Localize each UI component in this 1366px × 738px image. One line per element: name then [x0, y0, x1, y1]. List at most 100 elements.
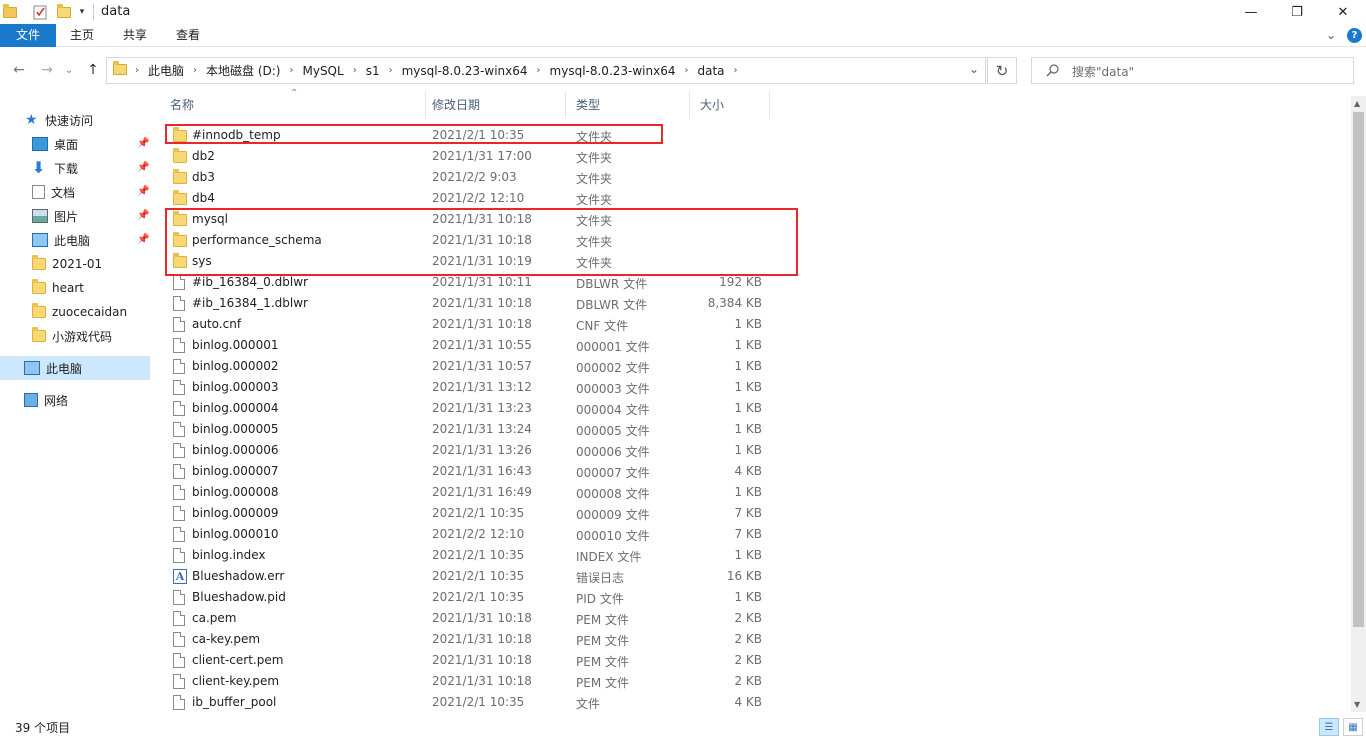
- quick-access[interactable]: ★ 快速访问: [25, 108, 93, 132]
- tab-file[interactable]: 文件: [0, 24, 56, 47]
- file-row[interactable]: binlog.000006 2021/1/31 13:26 000006 文件 1 K…: [170, 440, 770, 461]
- file-row[interactable]: binlog.000003 2021/1/31 13:12 000003 文件 1 K…: [170, 377, 770, 398]
- sidebar-item-network[interactable]: 网络: [24, 388, 68, 412]
- sidebar-item-2021-01[interactable]: 2021-01: [32, 252, 102, 276]
- file-row[interactable]: #ib_16384_1.dblwr 2021/1/31 10:18 DBLWR 文件…: [170, 293, 770, 314]
- tab-share[interactable]: 共享: [113, 24, 157, 47]
- refresh-button[interactable]: ↻: [987, 57, 1017, 84]
- vertical-scrollbar[interactable]: ▲ ▼: [1351, 96, 1366, 712]
- pin-icon[interactable]: 📌: [137, 234, 149, 245]
- file-icon: [173, 674, 185, 689]
- expand-ribbon-icon[interactable]: ⌄: [1322, 24, 1340, 47]
- sidebar-item-heart[interactable]: heart: [32, 276, 84, 300]
- file-row[interactable]: ib_buffer_pool 2021/2/1 10:35 文件 4 KB: [170, 692, 770, 713]
- file-date: 2021/1/31 10:18: [432, 611, 532, 625]
- highlight-box: [165, 124, 663, 144]
- file-icon: [173, 296, 185, 311]
- file-name: binlog.000008: [192, 485, 279, 499]
- minimize-button[interactable]: —: [1228, 0, 1274, 24]
- address-dropdown-icon[interactable]: ⌄: [969, 62, 979, 76]
- pin-icon[interactable]: 📌: [137, 162, 149, 173]
- file-row[interactable]: client-key.pem 2021/1/31 10:18 PEM 文件 2 KB: [170, 671, 770, 692]
- file-row[interactable]: binlog.000008 2021/1/31 16:49 000008 文件 1 K…: [170, 482, 770, 503]
- breadcrumb-item[interactable]: mysql-8.0.23-winx64: [550, 64, 676, 78]
- file-type: 错误日志: [576, 571, 625, 585]
- file-row[interactable]: auto.cnf 2021/1/31 10:18 CNF 文件 1 KB: [170, 314, 770, 335]
- sidebar-item-this-pc[interactable]: 此电脑: [24, 356, 82, 380]
- large-icons-view-icon[interactable]: ▦: [1343, 718, 1363, 736]
- up-button[interactable]: ↑: [83, 61, 103, 79]
- tab-home[interactable]: 主页: [60, 24, 104, 47]
- maximize-button[interactable]: ❐: [1274, 0, 1320, 24]
- chevron-right-icon[interactable]: ›: [353, 65, 357, 76]
- chevron-right-icon[interactable]: ›: [537, 65, 541, 76]
- file-row[interactable]: Blueshadow.pid 2021/2/1 10:35 PID 文件 1 KB: [170, 587, 770, 608]
- file-type: INDEX 文件: [576, 550, 642, 564]
- file-row[interactable]: ca-key.pem 2021/1/31 10:18 PEM 文件 2 KB: [170, 629, 770, 650]
- breadcrumb-item[interactable]: data: [697, 64, 724, 78]
- file-size: 192 KB: [719, 275, 762, 289]
- column-header-name[interactable]: 名称: [160, 92, 426, 118]
- file-row[interactable]: binlog.000009 2021/2/1 10:35 000009 文件 7 KB: [170, 503, 770, 524]
- folder-row[interactable]: db4 2021/2/2 12:10 文件夹: [170, 188, 770, 209]
- address-bar[interactable]: › 此电脑 › 本地磁盘 (D:) › MySQL › s1 › mysql-8…: [106, 57, 986, 84]
- file-row[interactable]: binlog.000007 2021/1/31 16:43 000007 文件 4 K…: [170, 461, 770, 482]
- file-row[interactable]: client-cert.pem 2021/1/31 10:18 PEM 文件 2 KB: [170, 650, 770, 671]
- folder-row[interactable]: db2 2021/1/31 17:00 文件夹: [170, 146, 770, 167]
- search-input[interactable]: 搜索"data": [1031, 57, 1354, 84]
- sidebar-item-zuocecaidan[interactable]: zuocecaidan: [32, 300, 127, 324]
- sidebar-item-pictures[interactable]: 图片: [32, 204, 78, 228]
- pin-icon[interactable]: 📌: [137, 138, 149, 149]
- file-row[interactable]: binlog.000005 2021/1/31 13:24 000005 文件 1 K…: [170, 419, 770, 440]
- pictures-icon: [32, 209, 48, 223]
- sidebar-item-desktop[interactable]: 桌面: [32, 132, 78, 156]
- breadcrumb-item[interactable]: 本地磁盘 (D:): [206, 62, 280, 79]
- breadcrumb-item[interactable]: MySQL: [302, 64, 343, 78]
- file-row[interactable]: A Blueshadow.err 2021/2/1 10:35 错误日志 16 KB: [170, 566, 770, 587]
- chevron-right-icon[interactable]: ›: [193, 65, 197, 76]
- file-row[interactable]: binlog.000002 2021/1/31 10:57 000002 文件 1 K…: [170, 356, 770, 377]
- pin-icon[interactable]: 📌: [137, 186, 149, 197]
- pin-icon[interactable]: 📌: [137, 210, 149, 221]
- chevron-right-icon[interactable]: ›: [389, 65, 393, 76]
- file-row[interactable]: ca.pem 2021/1/31 10:18 PEM 文件 2 KB: [170, 608, 770, 629]
- recent-locations-button[interactable]: ⌄: [62, 61, 76, 79]
- details-view-icon[interactable]: ☰: [1319, 718, 1339, 736]
- breadcrumb-item[interactable]: mysql-8.0.23-winx64: [402, 64, 528, 78]
- help-icon[interactable]: ?: [1347, 28, 1362, 43]
- scroll-down-icon[interactable]: ▼: [1354, 700, 1360, 709]
- sidebar-item-label: 此电脑: [54, 233, 91, 248]
- customize-qat-icon[interactable]: ▾: [73, 3, 91, 21]
- breadcrumb: › 此电脑 › 本地磁盘 (D:) › MySQL › s1 › mysql-8…: [135, 58, 747, 83]
- sidebar-item-downloads[interactable]: ⬇ 下载: [32, 156, 78, 180]
- column-header-date[interactable]: 修改日期: [422, 92, 566, 118]
- file-date: 2021/1/31 10:18: [432, 632, 532, 646]
- tab-view[interactable]: 查看: [166, 24, 210, 47]
- new-folder-icon[interactable]: [55, 3, 73, 21]
- file-row[interactable]: binlog.000010 2021/2/2 12:10 000010 文件 7 KB: [170, 524, 770, 545]
- file-row[interactable]: binlog.index 2021/2/1 10:35 INDEX 文件 1 KB: [170, 545, 770, 566]
- file-row[interactable]: binlog.000004 2021/1/31 13:23 000004 文件 1 K…: [170, 398, 770, 419]
- breadcrumb-item[interactable]: 此电脑: [148, 62, 184, 79]
- file-row[interactable]: binlog.000001 2021/1/31 10:55 000001 文件 1 K…: [170, 335, 770, 356]
- column-header-type[interactable]: 类型: [566, 92, 690, 118]
- sidebar-item-game-code[interactable]: 小游戏代码: [32, 324, 112, 348]
- chevron-right-icon[interactable]: ›: [289, 65, 293, 76]
- file-size: 1 KB: [734, 548, 762, 562]
- forward-button[interactable]: →: [37, 61, 57, 79]
- properties-icon[interactable]: [31, 3, 49, 21]
- sidebar-item-documents[interactable]: 文档: [32, 180, 75, 204]
- scroll-up-icon[interactable]: ▲: [1354, 99, 1360, 108]
- sidebar-item-this-pc-quick[interactable]: 此电脑: [32, 228, 90, 252]
- scrollbar-thumb[interactable]: [1353, 112, 1364, 627]
- column-header-size[interactable]: 大小: [690, 92, 770, 118]
- breadcrumb-item[interactable]: s1: [366, 64, 380, 78]
- desktop-icon: [32, 137, 48, 151]
- chevron-right-icon[interactable]: ›: [734, 65, 738, 76]
- back-button[interactable]: ←: [9, 61, 29, 79]
- file-name: binlog.000001: [192, 338, 279, 352]
- folder-row[interactable]: db3 2021/2/2 9:03 文件夹: [170, 167, 770, 188]
- close-button[interactable]: ✕: [1320, 0, 1366, 24]
- file-icon: [173, 401, 185, 416]
- chevron-right-icon[interactable]: ›: [684, 65, 688, 76]
